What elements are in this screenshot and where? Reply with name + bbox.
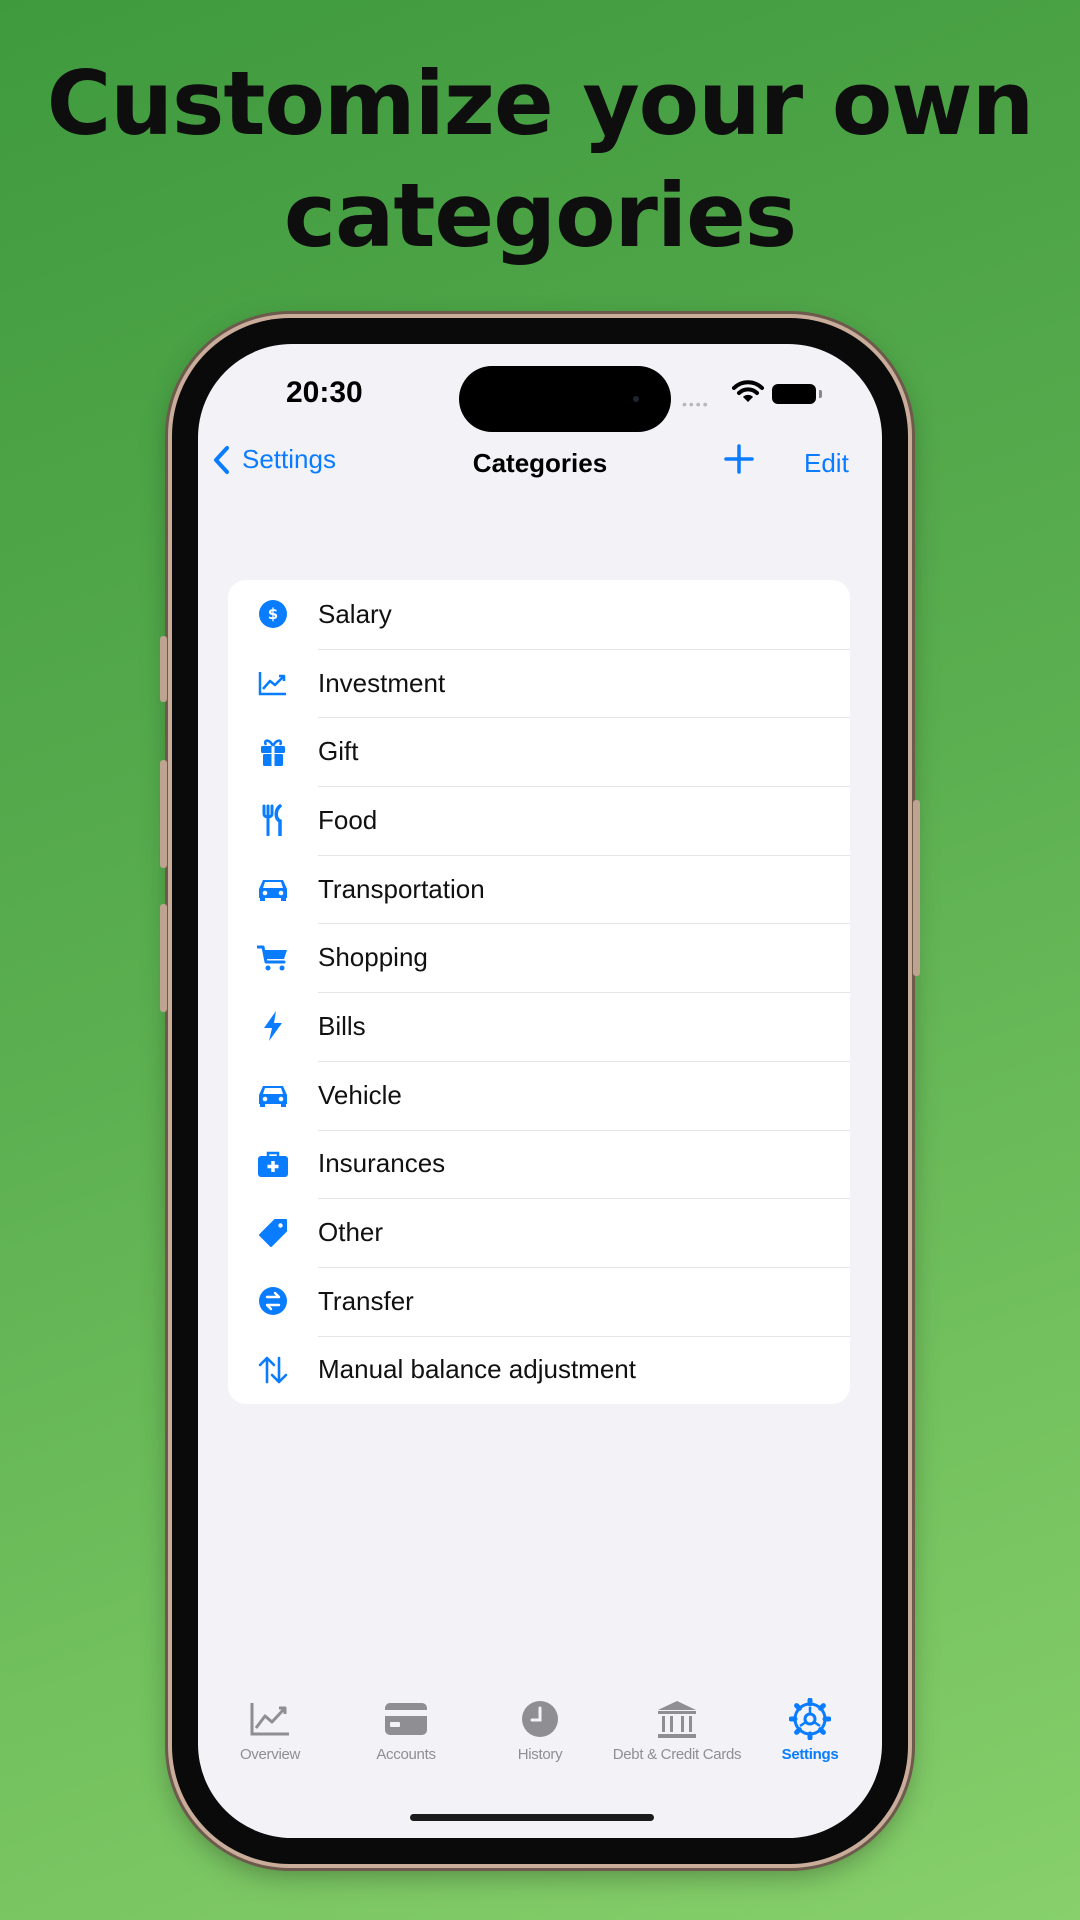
status-time: 20:30	[286, 376, 363, 409]
category-label: Shopping	[318, 942, 428, 973]
home-indicator	[410, 1814, 654, 1821]
edit-button[interactable]: Edit	[804, 448, 849, 479]
category-list: $ Salary Investment Gift Food Transporta…	[228, 580, 850, 1405]
arrows-up-down-icon	[228, 1355, 318, 1385]
category-label: Food	[318, 804, 378, 835]
page-title: Categories	[472, 448, 608, 478]
plus-icon	[724, 444, 754, 474]
category-row-salary[interactable]: $ Salary	[228, 580, 850, 649]
dynamic-island	[459, 366, 671, 432]
volume-down-button	[160, 904, 167, 1012]
svg-text:$: $	[268, 605, 278, 623]
category-label: Transfer	[318, 1285, 414, 1316]
tab-label: Overview	[239, 1746, 301, 1763]
tab-overview[interactable]: Overview	[202, 1694, 338, 1763]
tab-debt-credit-cards[interactable]: Debt & Credit Cards	[609, 1694, 745, 1763]
dollar-circle-icon: $	[228, 599, 318, 629]
transfer-circle-icon	[228, 1286, 318, 1316]
battery-tip	[819, 390, 822, 398]
category-label: Bills	[318, 1010, 366, 1041]
tag-icon	[228, 1218, 318, 1248]
phone-frame: 20:30 •••• Settings Categories Edit $ Sa…	[160, 318, 920, 1864]
promo-headline: Customize your own categories	[0, 48, 1080, 272]
tab-label: Settings	[781, 1746, 839, 1763]
power-button	[913, 800, 920, 976]
bank-icon	[609, 1694, 745, 1744]
category-row-transfer[interactable]: Transfer	[228, 1266, 850, 1336]
chart-icon	[202, 1694, 338, 1744]
gift-icon	[228, 737, 318, 767]
credit-card-icon	[338, 1694, 474, 1744]
tab-label: History	[517, 1746, 563, 1763]
category-row-insurances[interactable]: Insurances	[228, 1129, 850, 1199]
category-label: Transportation	[318, 873, 485, 904]
category-row-shopping[interactable]: Shopping	[228, 923, 850, 992]
headline-line-1: Customize your own	[46, 52, 1034, 155]
tab-accounts[interactable]: Accounts	[338, 1694, 474, 1763]
category-label: Other	[318, 1217, 384, 1248]
car-icon	[228, 876, 318, 902]
clock-icon	[472, 1694, 608, 1744]
tab-settings[interactable]: Settings	[742, 1694, 878, 1763]
bolt-icon	[228, 1010, 318, 1042]
category-label: Vehicle	[318, 1079, 402, 1110]
volume-up-button	[160, 760, 167, 868]
category-row-transportation[interactable]: Transportation	[228, 854, 850, 924]
category-label: Investment	[318, 667, 446, 698]
category-label: Manual balance adjustment	[318, 1354, 636, 1385]
battery-icon	[772, 384, 816, 404]
chart-line-icon	[228, 670, 318, 696]
fork-knife-icon	[228, 804, 318, 837]
category-row-bills[interactable]: Bills	[228, 992, 850, 1061]
category-row-other[interactable]: Other	[228, 1198, 850, 1267]
mute-switch	[160, 636, 167, 702]
tab-history[interactable]: History	[472, 1694, 608, 1763]
cart-icon	[228, 944, 318, 972]
category-label: Gift	[318, 736, 359, 767]
category-label: Insurances	[318, 1148, 446, 1179]
headline-line-2: categories	[283, 164, 797, 267]
category-row-investment[interactable]: Investment	[228, 648, 850, 718]
category-row-gift[interactable]: Gift	[228, 717, 850, 786]
cellular-signal-icon: ••••	[682, 396, 710, 412]
tab-label: Accounts	[376, 1746, 436, 1763]
tab-label: Debt & Credit Cards	[612, 1746, 742, 1763]
category-row-vehicle[interactable]: Vehicle	[228, 1060, 850, 1130]
category-row-food[interactable]: Food	[228, 786, 850, 855]
tab-bar: Overview Accounts History Debt & Credit …	[198, 1694, 882, 1784]
phone-screen: 20:30 •••• Settings Categories Edit $ Sa…	[198, 344, 882, 1838]
category-row-manual-balance-adjustment[interactable]: Manual balance adjustment	[228, 1335, 850, 1405]
add-category-button[interactable]	[722, 442, 756, 481]
gear-icon	[742, 1694, 878, 1744]
category-label: Salary	[318, 598, 392, 629]
car-icon	[228, 1082, 318, 1108]
wifi-icon	[732, 380, 764, 402]
medical-case-icon	[228, 1150, 318, 1178]
